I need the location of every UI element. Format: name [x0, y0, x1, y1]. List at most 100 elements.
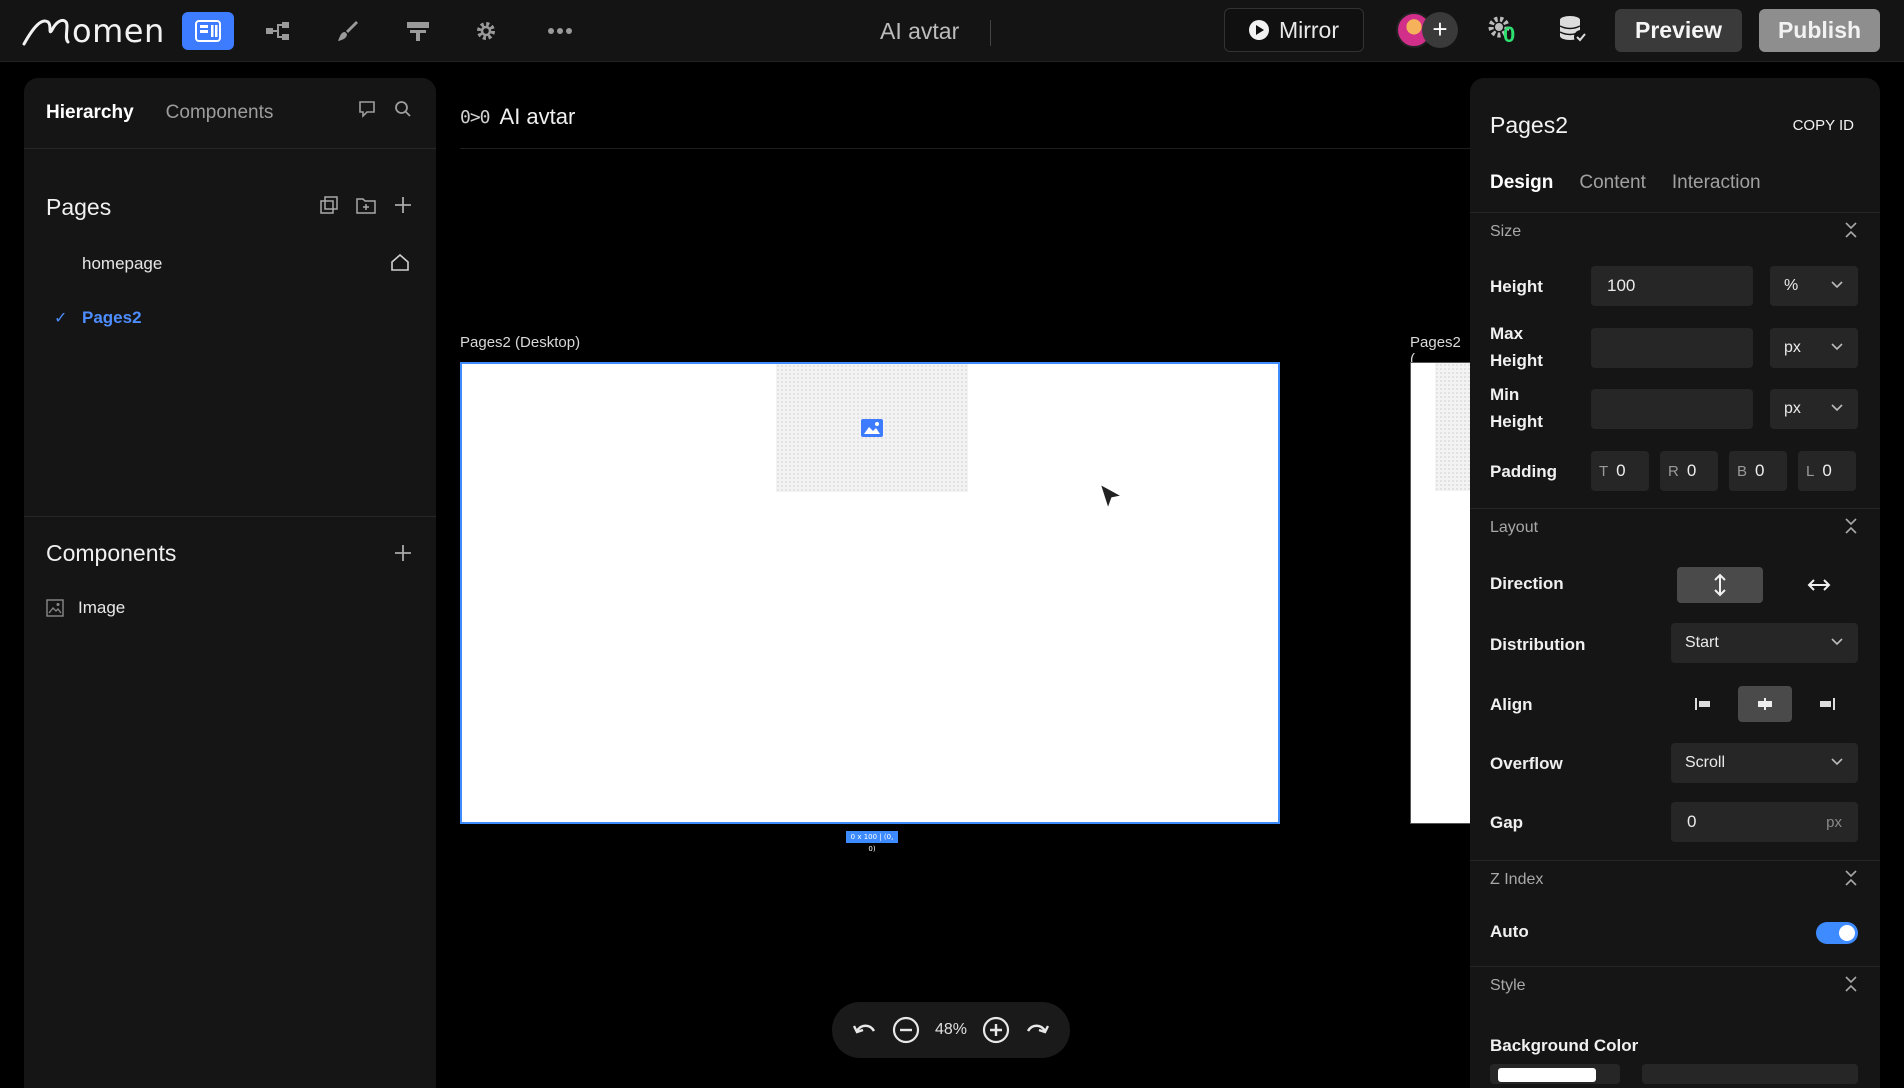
align-start-button[interactable]: [1676, 686, 1730, 722]
add-component-icon[interactable]: [394, 544, 412, 562]
section-title: Style: [1490, 977, 1526, 994]
align-center-button[interactable]: [1738, 686, 1792, 722]
play-icon: [1248, 20, 1269, 40]
padding-left-input[interactable]: L 0: [1798, 451, 1856, 491]
padding-value: 0: [1822, 461, 1832, 480]
collapse-icon[interactable]: [1844, 975, 1858, 993]
brush-icon[interactable]: [322, 12, 374, 50]
add-page-icon[interactable]: [394, 196, 412, 214]
tab-components[interactable]: Components: [166, 102, 274, 124]
arrow-horizontal-icon: [1807, 579, 1831, 591]
max-height-unit-select[interactable]: px: [1770, 328, 1858, 368]
padding-bottom-input[interactable]: B 0: [1729, 451, 1787, 491]
divider: [24, 516, 436, 517]
max-height-unit: px: [1784, 339, 1801, 356]
element-title: Pages2: [1490, 112, 1569, 138]
component-item-image[interactable]: Image: [46, 598, 125, 618]
logo[interactable]: omen: [22, 12, 165, 50]
section-zindex[interactable]: Z Index: [1470, 860, 1880, 896]
padding-key: T: [1599, 462, 1609, 480]
max-height-label-line2: Height: [1490, 351, 1543, 370]
tab-hierarchy[interactable]: Hierarchy: [46, 102, 134, 124]
tab-content[interactable]: Content: [1579, 172, 1646, 194]
min-height-unit-select[interactable]: px: [1770, 389, 1858, 429]
min-height-input[interactable]: [1591, 389, 1753, 429]
feedback-icon[interactable]: [358, 100, 376, 118]
frame-label-desktop[interactable]: Pages2 (Desktop): [460, 334, 580, 351]
collapse-icon[interactable]: [1844, 869, 1858, 887]
gap-value: 0: [1687, 812, 1697, 831]
tab-design[interactable]: Design: [1490, 172, 1553, 194]
background-color-input[interactable]: [1642, 1064, 1858, 1084]
component-label: Image: [78, 598, 126, 617]
min-height-label: Min Height: [1490, 381, 1543, 435]
collapse-icon[interactable]: [1844, 517, 1858, 535]
breadcrumb-title[interactable]: AI avtar: [500, 104, 576, 130]
gap-input[interactable]: 0 px: [1671, 802, 1858, 842]
zoom-in-icon[interactable]: [982, 1016, 1010, 1044]
add-folder-icon[interactable]: [356, 196, 376, 214]
preview-button[interactable]: Preview: [1615, 9, 1742, 52]
undo-icon[interactable]: [853, 1021, 877, 1039]
zindex-auto-toggle[interactable]: [1816, 922, 1858, 944]
divider: [460, 148, 1470, 149]
mirror-button[interactable]: Mirror: [1224, 8, 1364, 52]
padding-key: B: [1737, 462, 1748, 480]
image-icon: [861, 419, 883, 437]
section-layout[interactable]: Layout: [1470, 508, 1880, 544]
direction-horizontal-button[interactable]: [1776, 567, 1862, 603]
pages-title: Pages: [46, 194, 112, 220]
canvas[interactable]: 0>0 AI avtar Pages2 (Desktop) 0 x 100 | …: [436, 62, 1470, 1088]
left-panel-tools: [358, 100, 412, 118]
height-input[interactable]: 100: [1591, 266, 1753, 306]
add-collaborator-button[interactable]: +: [1422, 12, 1458, 48]
zoom-out-icon[interactable]: [892, 1016, 920, 1044]
copy-id-button[interactable]: COPY ID: [1793, 117, 1854, 134]
padding-top-input[interactable]: T 0: [1591, 451, 1649, 491]
distribution-label: Distribution: [1490, 635, 1586, 654]
database-icon[interactable]: [1558, 14, 1592, 48]
tab-interaction[interactable]: Interaction: [1672, 172, 1761, 194]
layout-icon[interactable]: [182, 12, 234, 50]
section-style[interactable]: Style: [1470, 966, 1880, 1002]
properties-panel: Pages2 COPY ID Design Content Interactio…: [1470, 78, 1880, 1088]
top-bar: omen AI avtar Mirror + 0 Preview Publish: [0, 0, 1904, 62]
image-placeholder[interactable]: [776, 364, 968, 492]
distribution-select[interactable]: Start: [1671, 623, 1858, 663]
more-icon[interactable]: [534, 12, 586, 50]
chevron-down-icon: [1831, 638, 1843, 646]
collapse-icon[interactable]: [1844, 221, 1858, 239]
duplicate-page-icon[interactable]: [320, 196, 338, 214]
frame-desktop[interactable]: [460, 362, 1280, 824]
page-item-pages2[interactable]: ✓ Pages2: [24, 298, 436, 338]
padding-right-input[interactable]: R 0: [1660, 451, 1718, 491]
gear-icon[interactable]: [460, 12, 512, 50]
height-unit-select[interactable]: %: [1770, 266, 1858, 306]
overflow-select[interactable]: Scroll: [1671, 743, 1858, 783]
redo-icon[interactable]: [1025, 1021, 1049, 1039]
flow-icon[interactable]: [252, 12, 304, 50]
overflow-label: Overflow: [1490, 754, 1563, 773]
background-color-swatch[interactable]: [1490, 1064, 1620, 1084]
align-right-icon: [1820, 698, 1835, 710]
padding-label: Padding: [1490, 462, 1558, 481]
search-icon[interactable]: [394, 100, 412, 118]
align-end-button[interactable]: [1800, 686, 1854, 722]
left-panel: Hierarchy Components Pages homepage ✓ Pa…: [24, 78, 436, 1088]
zindex-auto-label: Auto: [1490, 922, 1529, 941]
zoom-level[interactable]: 48%: [935, 1021, 967, 1039]
section-title: Z Index: [1490, 871, 1544, 888]
doc-title[interactable]: AI avtar: [880, 18, 959, 45]
background-color-label: Background Color: [1490, 1036, 1639, 1055]
padding-value: 0: [1686, 461, 1697, 480]
frame-second[interactable]: [1410, 362, 1470, 824]
layers-icon[interactable]: [392, 12, 444, 50]
image-placeholder[interactable]: [1435, 363, 1470, 491]
page-item-homepage[interactable]: homepage: [24, 244, 436, 284]
direction-vertical-button[interactable]: [1677, 567, 1763, 603]
height-label: Height: [1490, 277, 1543, 296]
max-height-input[interactable]: [1591, 328, 1753, 368]
publish-button[interactable]: Publish: [1759, 9, 1880, 52]
section-size[interactable]: Size: [1470, 212, 1880, 248]
check-icon: ✓: [54, 310, 68, 327]
